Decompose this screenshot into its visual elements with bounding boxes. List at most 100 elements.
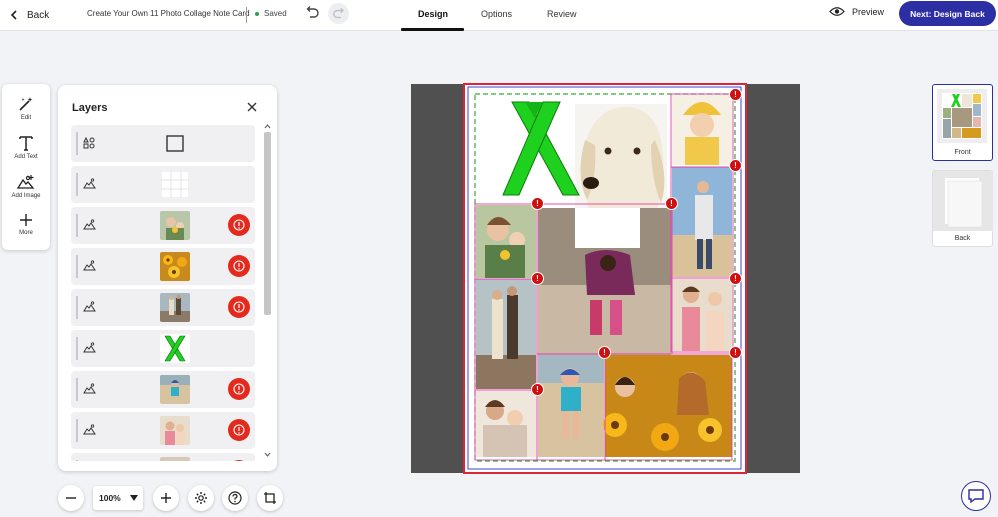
active-tab-indicator (401, 28, 464, 31)
zoom-in-button[interactable] (153, 485, 179, 511)
undo-icon (306, 6, 319, 18)
layer-row[interactable] (71, 371, 255, 408)
warning-icon (233, 260, 245, 272)
plus-icon (20, 214, 32, 226)
chat-button[interactable] (961, 481, 991, 511)
girl-beach-photo (538, 355, 604, 457)
back-preview (933, 171, 993, 231)
tab-options[interactable]: Options (481, 9, 512, 19)
image-layer-icon (83, 301, 96, 312)
layers-list[interactable] (71, 125, 255, 461)
redo-button[interactable] (328, 3, 349, 24)
layer-row[interactable] (71, 248, 255, 285)
eye-icon (829, 7, 845, 16)
close-icon (247, 102, 257, 112)
page-thumb-front[interactable]: Front (932, 84, 993, 161)
minus-icon (66, 497, 76, 499)
error-marker-icon[interactable]: ! (729, 272, 742, 285)
tab-design[interactable]: Design (418, 9, 448, 19)
warning-icon (233, 219, 245, 231)
layer-row[interactable] (71, 207, 255, 244)
zoom-select[interactable]: 100% (93, 486, 143, 510)
error-marker-icon[interactable]: ! (665, 197, 678, 210)
gear-icon (195, 492, 207, 504)
drag-handle[interactable] (76, 255, 78, 278)
tool-add-image[interactable]: Add Image (2, 174, 50, 199)
text-t-icon (19, 136, 33, 151)
tool-add-image-label: Add Image (11, 193, 41, 199)
collage-art (465, 85, 745, 472)
tool-more[interactable]: More (2, 213, 50, 236)
crop-button[interactable] (257, 485, 283, 511)
preview-label: Preview (852, 6, 885, 17)
error-marker-icon[interactable]: ! (729, 159, 742, 172)
layer-thumbnail (160, 457, 190, 461)
scrollbar-thumb[interactable] (264, 132, 271, 315)
father-child-beach-photo (672, 167, 732, 277)
project-title: Create Your Own 11 Photo Collage Note Ca… (87, 9, 250, 18)
layers-title: Layers (72, 102, 108, 114)
drag-handle[interactable] (76, 173, 78, 196)
warning-button[interactable] (228, 214, 250, 236)
tab-review[interactable]: Review (547, 9, 577, 19)
warning-icon (233, 383, 245, 395)
image-layer-icon (83, 424, 96, 435)
error-marker-icon[interactable]: ! (531, 272, 544, 285)
caret-down-icon (129, 495, 138, 501)
sunflowers-photo (603, 355, 732, 457)
card-front[interactable]: ! ! ! ! ! ! ! ! ! (463, 83, 747, 474)
page-thumb-back[interactable]: Back (932, 170, 993, 247)
error-marker-icon[interactable]: ! (729, 346, 742, 359)
back-label: Back (27, 9, 50, 21)
layer-row[interactable] (71, 453, 255, 461)
crop-icon (264, 492, 276, 504)
couple-walking-photo (476, 279, 536, 389)
layer-thumbnail (160, 252, 190, 281)
tool-edit[interactable]: Edit (2, 96, 50, 121)
help-button[interactable] (222, 485, 248, 511)
drag-handle[interactable] (76, 132, 78, 155)
add-image-icon (17, 175, 35, 189)
layer-row[interactable] (71, 330, 255, 367)
baby-yellow-hat-photo (672, 94, 732, 165)
save-status: Saved (255, 9, 287, 18)
zoom-out-button[interactable] (58, 485, 84, 511)
layer-thumbnail (160, 129, 190, 158)
tool-add-text[interactable]: Add Text (2, 135, 50, 160)
close-layers-button[interactable] (247, 102, 257, 112)
drag-handle[interactable] (76, 460, 78, 461)
drag-handle[interactable] (76, 214, 78, 237)
warning-button[interactable] (228, 460, 250, 461)
error-marker-icon[interactable]: ! (598, 346, 611, 359)
tool-add-text-label: Add Text (14, 154, 38, 160)
drag-handle[interactable] (76, 419, 78, 442)
layer-row[interactable] (71, 166, 255, 203)
warning-button[interactable] (228, 378, 250, 400)
save-status-label: Saved (264, 9, 287, 18)
layer-row[interactable] (71, 125, 255, 162)
layer-thumbnail (160, 375, 190, 404)
next-design-back-button[interactable]: Next: Design Back (899, 1, 996, 26)
layer-row[interactable] (71, 289, 255, 326)
error-marker-icon[interactable]: ! (729, 88, 742, 101)
layer-thumbnail (160, 170, 190, 199)
drag-handle[interactable] (76, 378, 78, 401)
undo-button[interactable] (304, 5, 320, 21)
layer-row[interactable] (71, 412, 255, 449)
layer-thumbnail (160, 293, 190, 322)
top-bar: Back Create Your Own 11 Photo Collage No… (0, 0, 998, 31)
drag-handle[interactable] (76, 296, 78, 319)
drag-handle[interactable] (76, 337, 78, 360)
warning-button[interactable] (228, 296, 250, 318)
warning-button[interactable] (228, 419, 250, 441)
layer-thumbnail (160, 334, 190, 363)
chat-icon (968, 489, 984, 504)
error-marker-icon[interactable]: ! (531, 197, 544, 210)
image-layer-icon (83, 219, 96, 230)
layer-thumbnail (160, 416, 190, 445)
error-marker-icon[interactable]: ! (531, 383, 544, 396)
settings-button[interactable] (188, 485, 214, 511)
warning-button[interactable] (228, 255, 250, 277)
back-button[interactable]: Back (10, 6, 49, 24)
preview-button[interactable]: Preview (829, 6, 884, 17)
